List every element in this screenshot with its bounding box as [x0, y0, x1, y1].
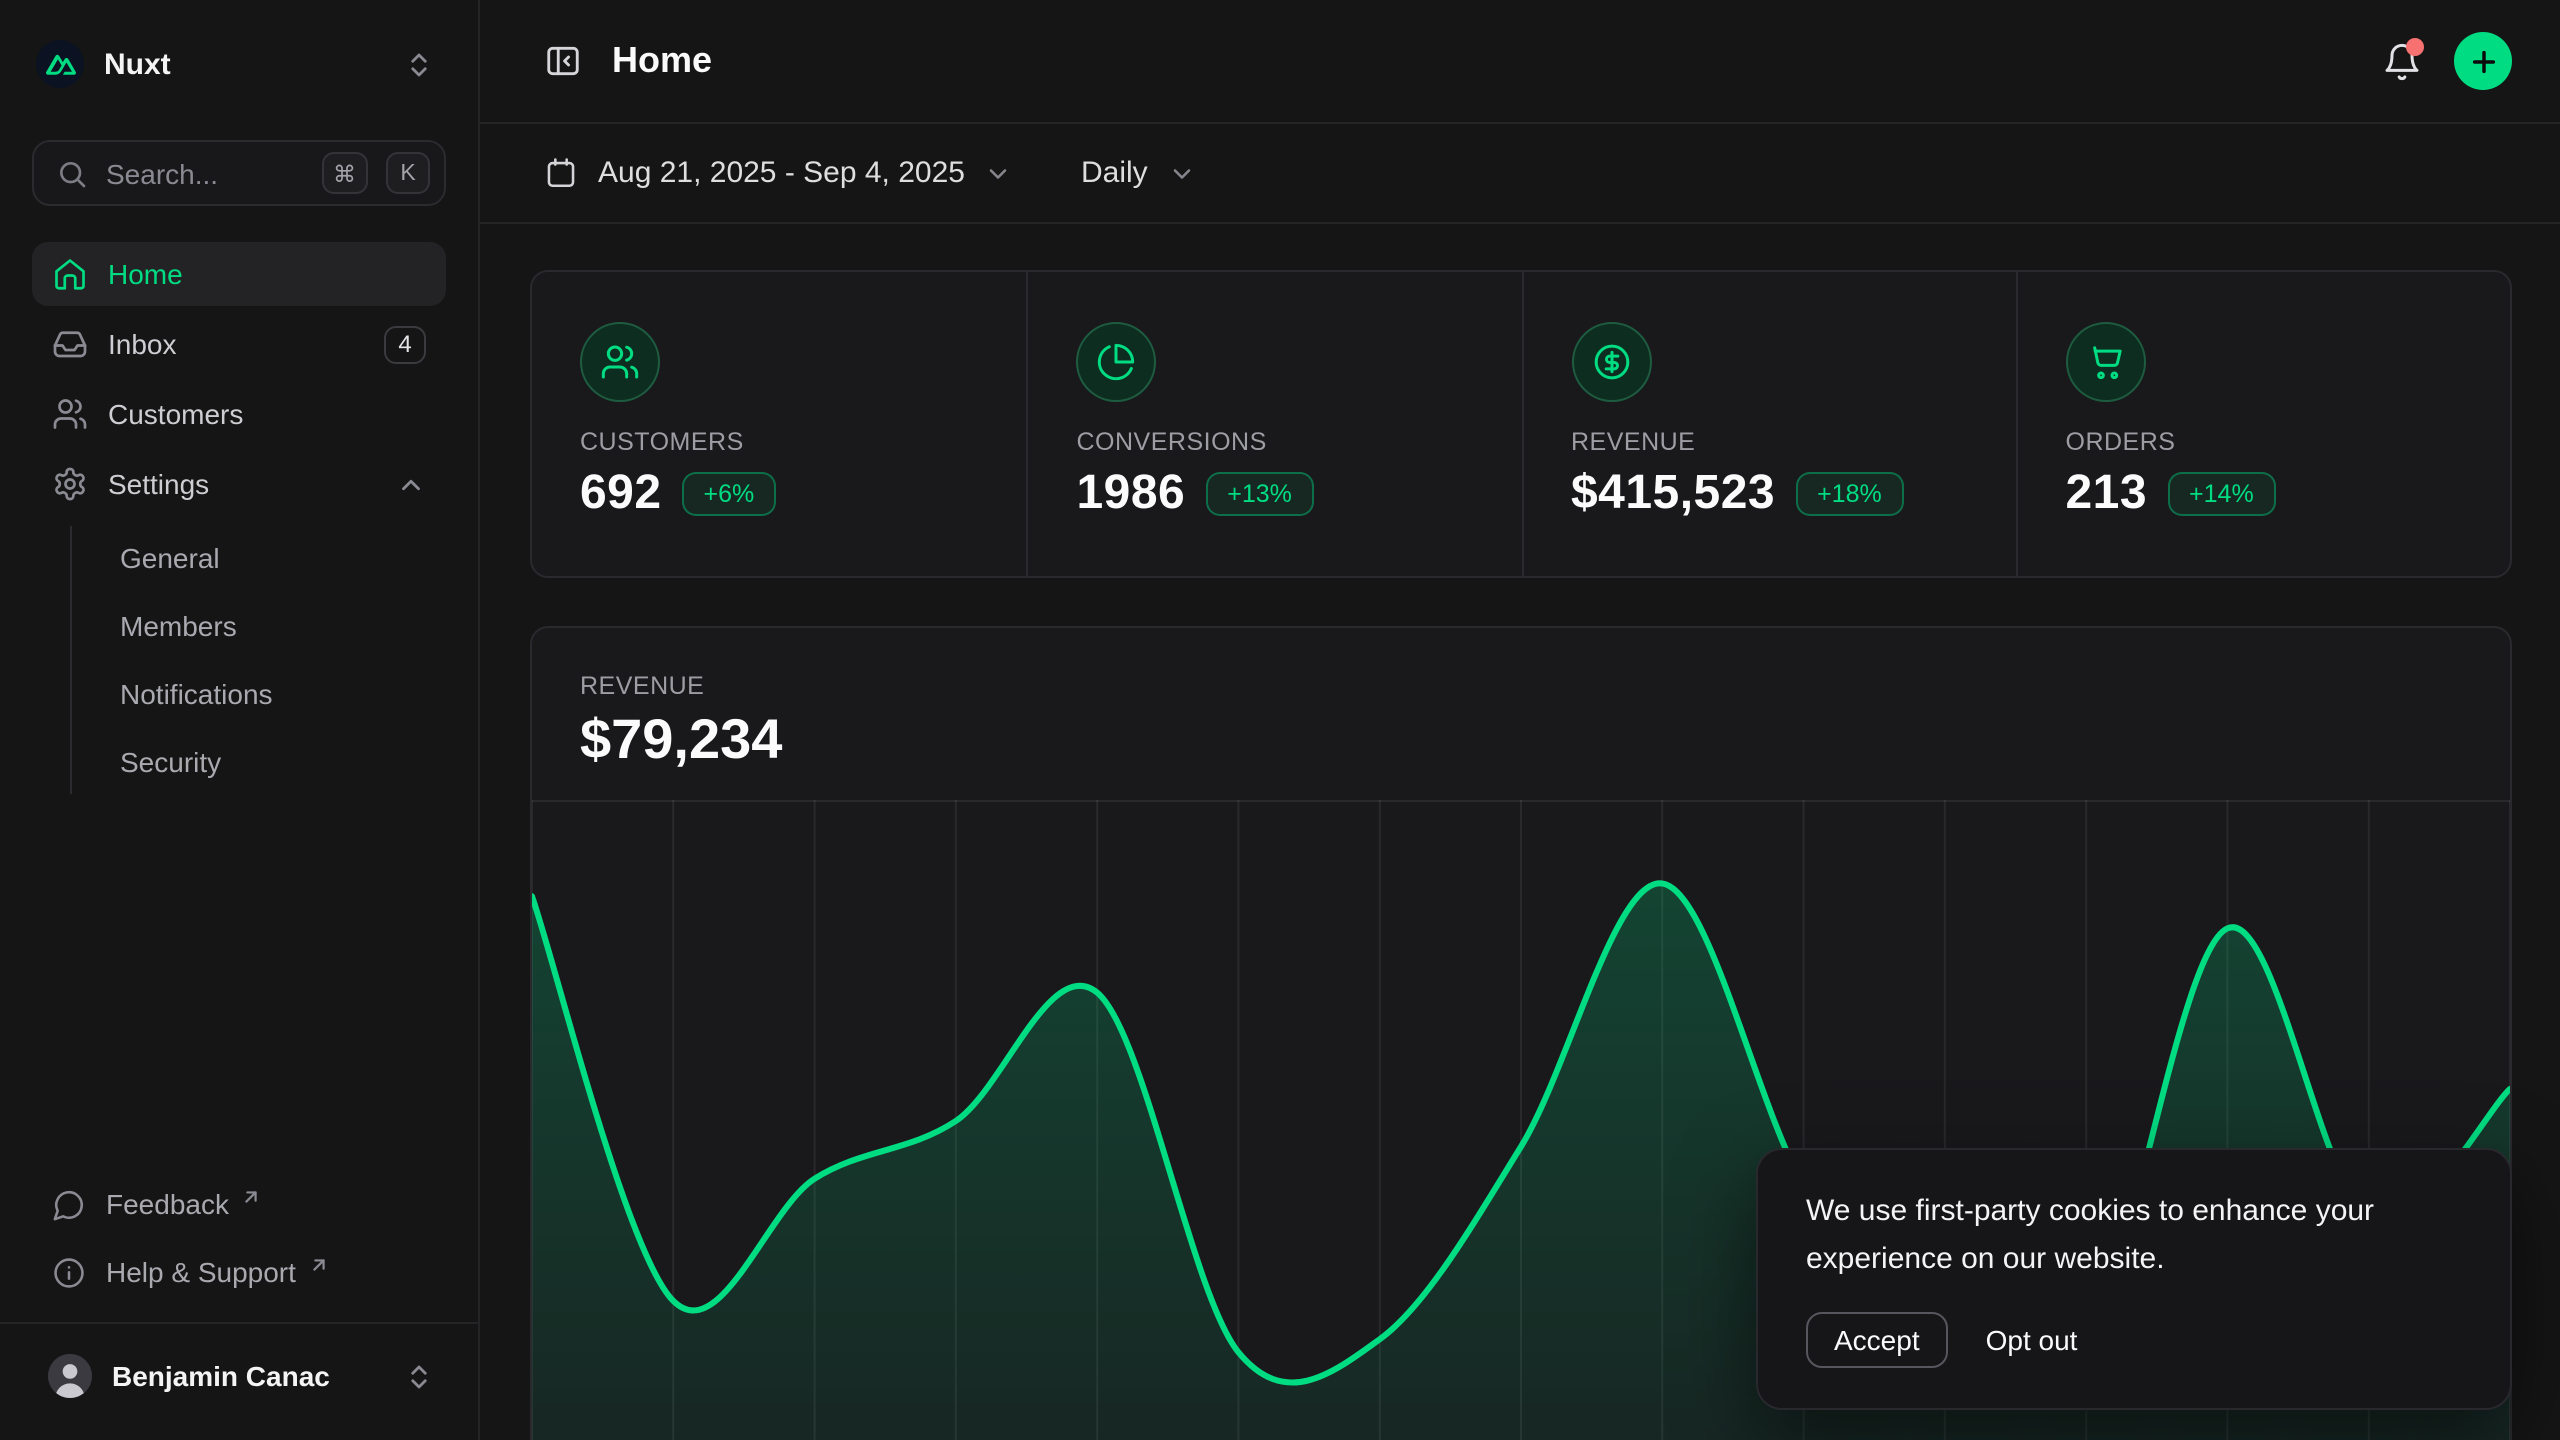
stat-delta-badge: +14%	[2167, 472, 2276, 516]
sidebar-item-inbox[interactable]: Inbox 4	[32, 312, 446, 376]
calendar-icon	[544, 156, 578, 190]
shopping-cart-icon	[2066, 322, 2146, 402]
stat-value: $415,523	[1571, 466, 1775, 522]
sidebar-user-section: Benjamin Canac	[0, 1322, 478, 1424]
plus-icon	[2467, 45, 2499, 77]
sidebar-item-members[interactable]: Members	[104, 594, 446, 658]
stat-label: CONVERSIONS	[1077, 428, 1474, 456]
sidebar-item-general[interactable]: General	[104, 526, 446, 590]
arrow-up-right-icon	[308, 1253, 330, 1275]
cookie-actions: Accept Opt out	[1806, 1312, 2462, 1368]
stat-customers: CUSTOMERS 692 +6%	[532, 272, 1027, 576]
sidebar-spacer	[32, 794, 446, 1174]
search-icon	[56, 157, 88, 189]
sidebar-item-security[interactable]: Security	[104, 730, 446, 794]
workspace-name: Nuxt	[104, 47, 171, 81]
help-support-label: Help & Support	[106, 1256, 296, 1288]
users-icon	[52, 396, 88, 432]
sidebar-item-label: Settings	[108, 468, 209, 500]
avatar	[48, 1354, 92, 1398]
filter-bar: Aug 21, 2025 - Sep 4, 2025 Daily	[480, 124, 2560, 224]
panel-left-icon	[544, 42, 582, 80]
stat-value: 692	[580, 466, 662, 522]
users-icon	[580, 322, 660, 402]
revenue-label: REVENUE	[580, 672, 2462, 700]
home-icon	[52, 256, 88, 292]
notifications-button[interactable]	[2382, 41, 2422, 81]
feedback-link[interactable]: Feedback	[32, 1174, 446, 1234]
gear-icon	[52, 466, 88, 502]
stat-label: CUSTOMERS	[580, 428, 979, 456]
sidebar-item-settings[interactable]: Settings	[32, 452, 446, 516]
stat-label: REVENUE	[1571, 428, 1968, 456]
user-name: Benjamin Canac	[112, 1360, 330, 1392]
sidebar: Nuxt ⌘ K Home Inbox 4 Customers	[0, 0, 480, 1440]
user-menu[interactable]: Benjamin Canac	[32, 1340, 446, 1412]
nuxt-logo-icon	[36, 40, 84, 88]
settings-subnav: General Members Notifications Security	[70, 526, 446, 794]
opt-out-button[interactable]: Opt out	[1986, 1324, 2078, 1356]
sidebar-item-customers[interactable]: Customers	[32, 382, 446, 446]
sidebar-toggle-button[interactable]	[544, 42, 582, 80]
sidebar-nav: Home Inbox 4 Customers Settings G	[32, 242, 446, 794]
sidebar-item-label: Inbox	[108, 328, 177, 360]
accept-button[interactable]: Accept	[1806, 1312, 1948, 1368]
chat-bubble-icon	[52, 1187, 86, 1221]
sidebar-item-label: General	[120, 542, 220, 574]
stats-card: CUSTOMERS 692 +6% CONVERSIONS 1986 +13%	[530, 270, 2512, 578]
revenue-value: $79,234	[580, 708, 2462, 772]
page-title: Home	[612, 40, 712, 82]
help-support-link[interactable]: Help & Support	[32, 1242, 446, 1302]
pie-chart-icon	[1077, 322, 1157, 402]
stat-orders: ORDERS 213 +14%	[2016, 272, 2511, 576]
main-area: Home Aug 21, 2025 - Sep 4, 2025	[480, 0, 2560, 1440]
search-input[interactable]	[106, 157, 303, 189]
stat-revenue: REVENUE $415,523 +18%	[1521, 272, 2016, 576]
dollar-circle-icon	[1571, 322, 1651, 402]
stat-delta-badge: +13%	[1205, 472, 1314, 516]
chevron-down-icon	[1168, 159, 1196, 187]
sidebar-item-notifications[interactable]: Notifications	[104, 662, 446, 726]
search-box[interactable]: ⌘ K	[32, 140, 446, 206]
sidebar-item-label: Security	[120, 746, 221, 778]
chevron-down-icon	[985, 159, 1013, 187]
date-range-value: Aug 21, 2025 - Sep 4, 2025	[598, 156, 965, 190]
stat-value: 1986	[1077, 466, 1186, 522]
kbd-k: K	[386, 152, 430, 194]
arrow-up-right-icon	[241, 1185, 263, 1207]
inbox-count-badge: 4	[384, 325, 426, 363]
cookie-banner: We use first-party cookies to enhance yo…	[1756, 1147, 2512, 1410]
inbox-icon	[52, 326, 88, 362]
stat-value: 213	[2066, 466, 2148, 522]
feedback-label: Feedback	[106, 1188, 229, 1220]
page-header: Home	[480, 0, 2560, 124]
chevrons-up-down-icon	[404, 1361, 434, 1391]
header-actions	[2382, 32, 2512, 90]
cookie-message: We use first-party cookies to enhance yo…	[1806, 1187, 2462, 1286]
info-circle-icon	[52, 1255, 86, 1289]
sidebar-item-home[interactable]: Home	[32, 242, 446, 306]
add-button[interactable]	[2454, 32, 2512, 90]
granularity-select[interactable]: Daily	[1081, 156, 1196, 190]
stat-conversions: CONVERSIONS 1986 +13%	[1027, 272, 1522, 576]
stat-delta-badge: +6%	[682, 472, 777, 516]
chevrons-up-down-icon	[404, 49, 434, 79]
sidebar-item-label: Members	[120, 610, 237, 642]
chevron-up-icon[interactable]	[396, 469, 426, 499]
date-range-picker[interactable]: Aug 21, 2025 - Sep 4, 2025	[544, 156, 1013, 190]
sidebar-item-label: Notifications	[120, 678, 273, 710]
sidebar-item-label: Customers	[108, 398, 243, 430]
app-root: Nuxt ⌘ K Home Inbox 4 Customers	[0, 0, 2560, 1440]
sidebar-item-label: Home	[108, 258, 183, 290]
revenue-chart-header: REVENUE $79,234	[532, 628, 2510, 772]
stat-label: ORDERS	[2066, 428, 2463, 456]
granularity-value: Daily	[1081, 156, 1148, 190]
workspace-switcher[interactable]: Nuxt	[32, 32, 446, 96]
dashboard-content: CUSTOMERS 692 +6% CONVERSIONS 1986 +13%	[480, 224, 2560, 1440]
stat-delta-badge: +18%	[1795, 472, 1904, 516]
kbd-cmd: ⌘	[321, 152, 368, 194]
sidebar-footer-links: Feedback Help & Support	[32, 1174, 446, 1322]
notification-dot	[2406, 37, 2424, 55]
